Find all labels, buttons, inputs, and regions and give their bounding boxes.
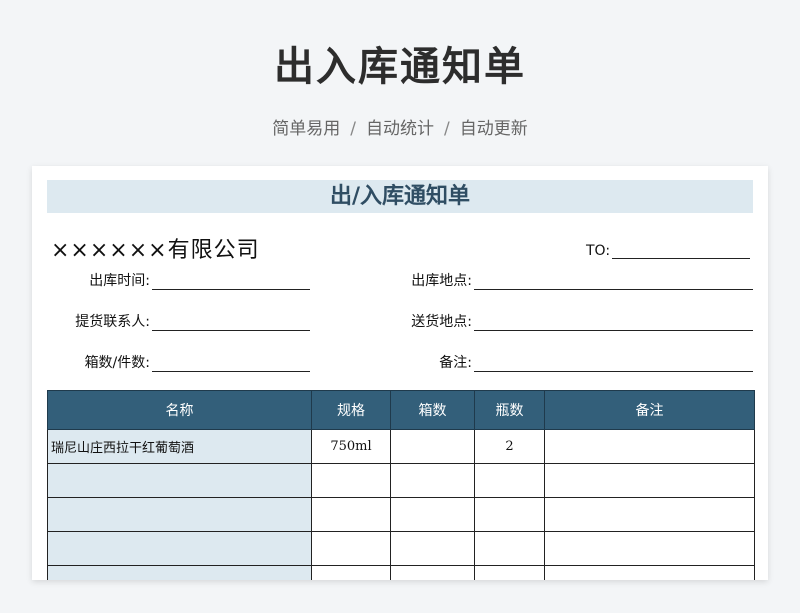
form-title: 出/入库通知单 (47, 180, 753, 213)
table-row (47, 463, 755, 498)
cell-remarks[interactable] (544, 463, 755, 498)
col-header-remarks: 备注 (544, 390, 755, 430)
page-title: 出入库通知单 (274, 44, 526, 90)
cell-remarks[interactable] (544, 531, 755, 566)
out-location-label: 出库地点: (411, 273, 472, 289)
remarks-field: 备注: (362, 352, 753, 372)
out-time-field: 出库时间: (32, 270, 310, 290)
table-row (47, 531, 755, 566)
tag-separator: / (444, 119, 450, 139)
out-location-field: 出库地点: (362, 270, 753, 290)
pickup-contact-label: 提货联系人: (75, 314, 150, 330)
pickup-contact-input-line[interactable] (152, 312, 310, 331)
out-location-input-line[interactable] (474, 271, 753, 290)
tag-separator: / (350, 119, 356, 139)
cell-name[interactable] (47, 463, 312, 498)
feature-tag: 简单易用 (272, 119, 341, 139)
cell-name[interactable]: 瑞尼山庄西拉干红葡萄酒 (47, 429, 312, 464)
cell-spec[interactable] (311, 565, 391, 580)
to-field: TO: (586, 240, 751, 259)
to-input-line[interactable] (612, 240, 751, 259)
cell-name[interactable] (47, 565, 312, 580)
col-header-boxes: 箱数 (390, 390, 475, 430)
out-time-label: 出库时间: (89, 273, 150, 289)
cell-name[interactable] (47, 497, 312, 532)
col-header-name: 名称 (47, 390, 312, 430)
delivery-location-label: 送货地点: (411, 314, 472, 330)
col-header-bottles: 瓶数 (474, 390, 545, 430)
table-header-row: 名称 规格 箱数 瓶数 备注 (47, 390, 755, 430)
cell-bottles[interactable] (474, 565, 545, 580)
cell-remarks[interactable] (544, 565, 755, 580)
box-count-input-line[interactable] (152, 353, 310, 372)
delivery-location-input-line[interactable] (474, 312, 753, 331)
cell-bottles[interactable] (474, 463, 545, 498)
cell-name[interactable] (47, 531, 312, 566)
feature-tagline: 简单易用 / 自动统计 / 自动更新 (0, 114, 800, 139)
table-row: 瑞尼山庄西拉干红葡萄酒 750ml 2 (47, 429, 755, 464)
delivery-location-field: 送货地点: (362, 311, 753, 331)
cell-boxes[interactable] (390, 531, 475, 566)
remarks-label: 备注: (439, 355, 472, 371)
company-name: ××××××有限公司 (51, 238, 260, 263)
col-header-spec: 规格 (311, 390, 391, 430)
cell-bottles[interactable] (474, 497, 545, 532)
box-count-label: 箱数/件数: (84, 355, 150, 371)
cell-remarks[interactable] (544, 497, 755, 532)
cell-boxes[interactable] (390, 463, 475, 498)
box-count-field: 箱数/件数: (32, 352, 310, 372)
table-row (47, 497, 755, 532)
cell-boxes[interactable] (390, 497, 475, 532)
items-table: 名称 规格 箱数 瓶数 备注 瑞尼山庄西拉干红葡萄酒 750ml 2 (47, 390, 755, 580)
cell-remarks[interactable] (544, 429, 755, 464)
pickup-contact-field: 提货联系人: (32, 311, 310, 331)
cell-spec[interactable] (311, 531, 391, 566)
cell-spec[interactable] (311, 463, 391, 498)
cell-boxes[interactable] (390, 429, 475, 464)
feature-tag: 自动统计 (366, 119, 434, 139)
cell-boxes[interactable] (390, 565, 475, 580)
to-label: TO: (586, 243, 611, 259)
remarks-input-line[interactable] (474, 353, 753, 372)
form-sheet: 出/入库通知单 ××××××有限公司 TO: 出库时间: 出库地点: 提货联系人… (32, 166, 768, 580)
cell-spec[interactable]: 750ml (311, 429, 391, 464)
cell-spec[interactable] (311, 497, 391, 532)
cell-bottles[interactable] (474, 531, 545, 566)
feature-tag: 自动更新 (459, 119, 528, 139)
cell-bottles[interactable]: 2 (474, 429, 545, 464)
table-row (47, 565, 755, 580)
out-time-input-line[interactable] (152, 271, 310, 290)
